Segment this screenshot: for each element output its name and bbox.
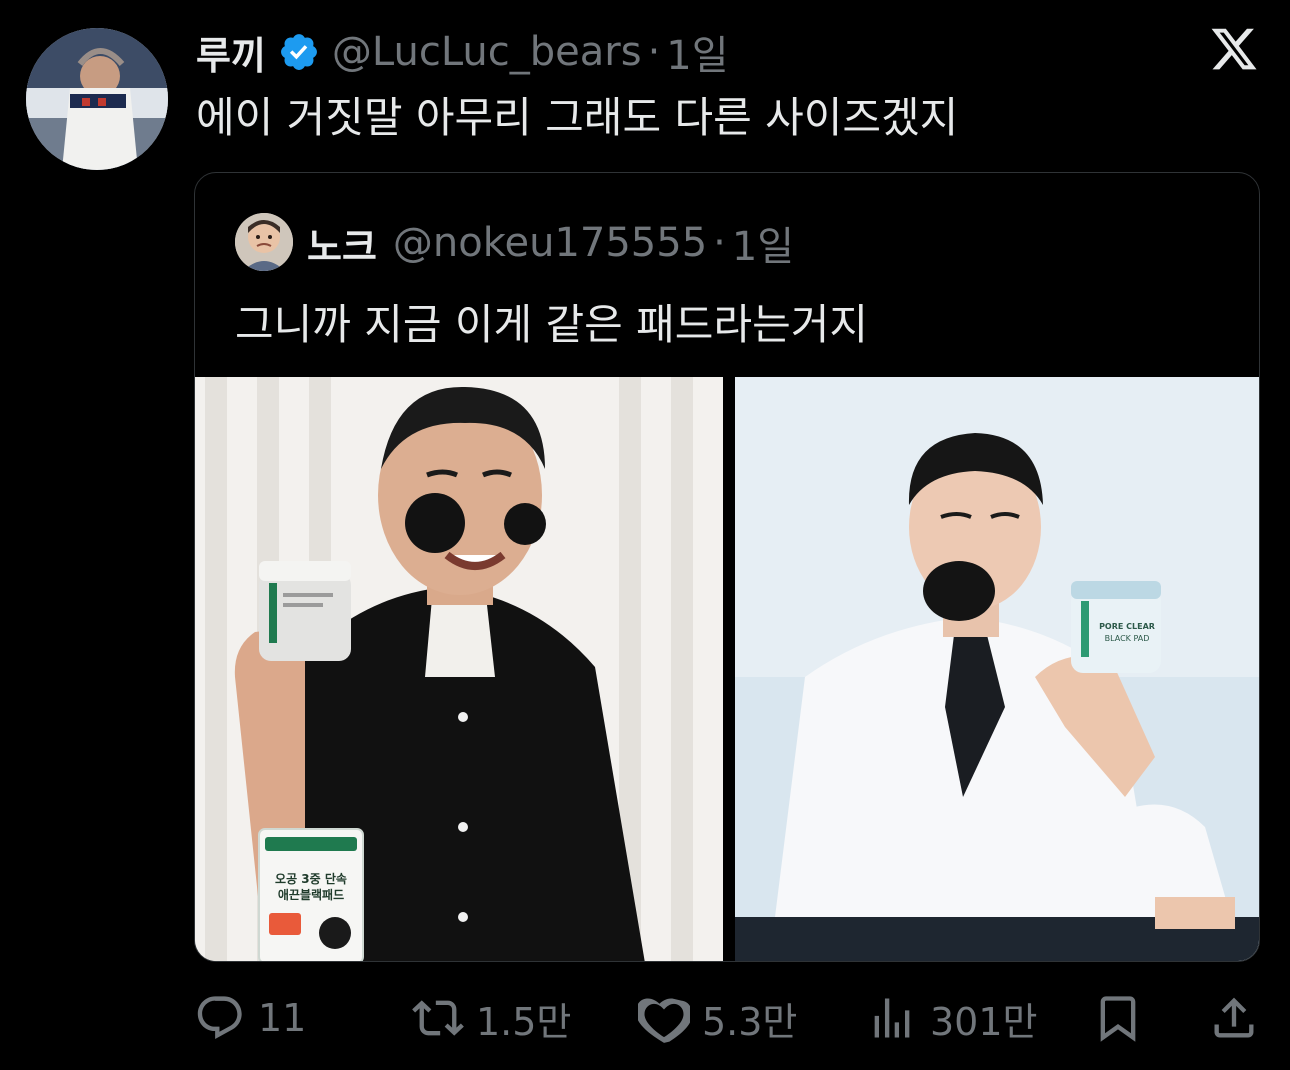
quoted-handle[interactable]: @nokeu175555 — [393, 220, 707, 266]
quoted-text: 그니까 지금 이게 같은 패드라는거지 — [235, 300, 869, 349]
tweet: 루끼 @LucLuc_bears · 1일 에이 거짓말 아무리 그래도 다른 … — [0, 0, 1290, 1070]
retweet-count: 1.5만 — [476, 999, 572, 1044]
reply-count: 11 — [258, 996, 307, 1040]
quoted-header: 노크 @nokeu175555 · 1일 — [307, 213, 794, 273]
views-icon — [874, 998, 910, 1038]
share-button[interactable] — [1208, 990, 1260, 1046]
right-product-line-1: PORE CLEAR — [1099, 622, 1155, 631]
photo-right[interactable]: PORE CLEAR BLACK PAD — [735, 377, 1259, 961]
quoted-time[interactable]: 1일 — [732, 214, 794, 272]
tweet-header: 루끼 @LucLuc_bears · 1일 — [196, 22, 729, 82]
quoted-tweet[interactable]: 노크 @nokeu175555 · 1일 그니까 지금 이게 같은 패드라는거지 — [194, 172, 1260, 962]
action-bar: 11 1.5만 5.3만 301만 — [190, 990, 1270, 1046]
retweet-icon — [412, 1000, 464, 1036]
quoted-author-avatar[interactable] — [235, 213, 293, 271]
separator-dot: · — [647, 29, 661, 75]
left-product-line-2: 애끈블랙패드 — [278, 887, 344, 902]
bookmark-button[interactable] — [1092, 990, 1144, 1046]
like-count: 5.3만 — [702, 999, 798, 1044]
avatar-image — [26, 28, 168, 170]
heart-icon — [638, 998, 690, 1043]
quoted-avatar-image — [235, 213, 293, 271]
retweet-button[interactable]: 1.5만 — [412, 990, 571, 1046]
photo-left-image: 오공 3중 단속 애끈블랙패드 — [195, 377, 723, 961]
bookmark-icon — [1100, 996, 1136, 1042]
reply-button[interactable]: 11 — [194, 990, 306, 1046]
left-product-line-1: 오공 3중 단속 — [275, 871, 347, 886]
author-avatar[interactable] — [26, 28, 168, 170]
like-button[interactable]: 5.3만 — [638, 990, 797, 1046]
tweet-text: 에이 거짓말 아무리 그래도 다른 사이즈겠지 — [196, 93, 959, 142]
verified-badge-icon — [280, 34, 317, 70]
views-count: 301만 — [930, 999, 1038, 1044]
right-product-line-2: BLACK PAD — [1105, 634, 1150, 643]
quoted-separator-dot: · — [713, 220, 726, 266]
tweet-time[interactable]: 1일 — [666, 23, 728, 81]
share-icon — [1214, 997, 1254, 1038]
author-display-name[interactable]: 루끼 — [196, 25, 266, 80]
author-handle[interactable]: @LucLuc_bears — [332, 29, 642, 75]
quoted-display-name[interactable]: 노크 — [307, 216, 377, 271]
reply-icon — [197, 996, 242, 1040]
views-button[interactable]: 301만 — [866, 990, 1038, 1046]
photo-right-image: PORE CLEAR BLACK PAD — [735, 377, 1259, 961]
photo-left[interactable]: 오공 3중 단속 애끈블랙패드 — [195, 377, 723, 961]
x-logo-icon — [1211, 28, 1257, 70]
quoted-media: 오공 3중 단속 애끈블랙패드 PORE CLEAR BLACK PAD — [195, 377, 1259, 961]
